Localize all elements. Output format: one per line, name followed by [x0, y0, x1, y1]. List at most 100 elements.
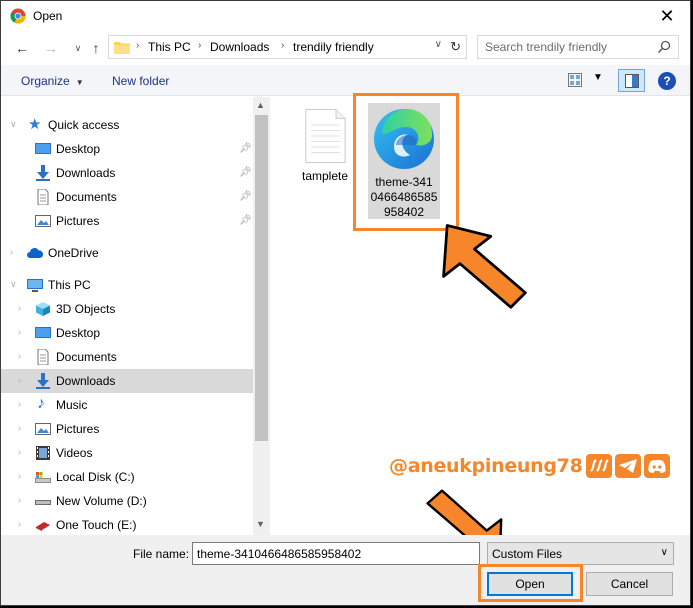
nav-local-disk[interactable]: › Local Disk (C:): [1, 465, 253, 489]
chevron-right-icon[interactable]: ›: [18, 303, 21, 313]
nav-one-touch[interactable]: › One Touch (E:): [1, 513, 253, 535]
pictures-icon: [35, 213, 51, 229]
back-button[interactable]: ←: [13, 40, 31, 56]
nav-this-pc[interactable]: ∨ This PC: [1, 273, 253, 297]
desktop-icon: [35, 325, 51, 341]
view-dropdown-icon[interactable]: ▼: [593, 72, 603, 83]
preview-pane-button[interactable]: [618, 69, 645, 92]
navigation-scrollbar[interactable]: ▲ ▼: [253, 97, 270, 535]
chevron-right-icon[interactable]: ›: [18, 495, 21, 505]
chevron-right-icon[interactable]: ›: [10, 247, 13, 257]
nav-qa-downloads[interactable]: Downloads 📌︎: [1, 161, 253, 185]
nav-label: This PC: [48, 278, 91, 292]
nav-label: Downloads: [56, 166, 116, 180]
nav-downloads[interactable]: › Downloads: [1, 369, 253, 393]
cancel-button[interactable]: Cancel: [586, 572, 673, 596]
nav-qa-documents[interactable]: Documents 📌︎: [1, 185, 253, 209]
download-arrow-icon: [35, 165, 51, 181]
nav-label: Documents: [56, 350, 117, 364]
address-dropdown-icon[interactable]: ∨: [435, 39, 442, 50]
scroll-down-icon[interactable]: ▼: [256, 519, 265, 529]
chevron-down-icon[interactable]: ∨: [10, 119, 17, 130]
new-folder-button[interactable]: New folder: [112, 74, 169, 88]
open-file-dialog: Open ✕ ← → ∨ ↑ › This PC › Downloads › t…: [0, 0, 691, 606]
chevron-right-icon[interactable]: ›: [18, 423, 21, 433]
scroll-up-icon[interactable]: ▲: [256, 100, 265, 110]
change-view-icon[interactable]: [568, 73, 582, 87]
nav-label: Desktop: [56, 142, 101, 156]
document-icon: [35, 348, 51, 366]
file-type-select[interactable]: Custom Files ∨: [487, 542, 674, 565]
nav-3d-objects[interactable]: › 3D Objects: [1, 297, 253, 321]
scrollbar-thumb[interactable]: [255, 115, 268, 441]
file-name-label: File name:: [133, 547, 190, 561]
recent-locations-chevron-icon[interactable]: ∨: [69, 40, 87, 56]
file-type-value: Custom Files: [492, 547, 563, 561]
nav-videos[interactable]: › Videos: [1, 441, 253, 465]
nav-desktop[interactable]: › Desktop: [1, 321, 253, 345]
search-box[interactable]: [477, 35, 679, 59]
help-icon[interactable]: ?: [658, 72, 676, 90]
chevron-right-icon[interactable]: ›: [18, 327, 21, 337]
search-input[interactable]: [485, 37, 655, 57]
close-icon: ✕: [659, 5, 675, 26]
navigation-pane: ∨ ★ Quick access Desktop 📌︎ Downloads 📌︎…: [1, 97, 269, 535]
document-icon: [35, 188, 51, 206]
drive-icon: [35, 493, 51, 509]
breadcrumb-downloads[interactable]: Downloads: [210, 40, 269, 54]
forward-button[interactable]: →: [42, 40, 60, 56]
bottom-panel: File name: Custom Files ∨ Open Cancel: [1, 535, 690, 605]
dialog-title: Open: [33, 9, 63, 23]
nav-qa-desktop[interactable]: Desktop 📌︎: [1, 137, 253, 161]
highlight-box: [478, 564, 583, 602]
nav-new-volume[interactable]: › New Volume (D:): [1, 489, 253, 513]
chevron-down-icon: ∨: [660, 547, 668, 558]
chevron-right-icon[interactable]: ›: [18, 447, 21, 457]
nav-label: Downloads: [56, 374, 116, 388]
nav-documents[interactable]: › Documents: [1, 345, 253, 369]
breadcrumb-separator-icon: ›: [136, 40, 140, 51]
pictures-icon: [35, 421, 51, 437]
breadcrumb-separator-icon: ›: [281, 40, 285, 51]
pin-icon[interactable]: 📌︎: [239, 143, 252, 154]
chevron-right-icon[interactable]: ›: [18, 375, 21, 385]
nav-qa-pictures[interactable]: Pictures 📌︎: [1, 209, 253, 233]
nav-quick-access[interactable]: ∨ ★ Quick access: [1, 113, 253, 137]
nav-label: Pictures: [56, 214, 100, 228]
breadcrumb-this-pc[interactable]: This PC: [148, 40, 191, 54]
breadcrumb-trendily-friendly[interactable]: trendily friendly: [293, 40, 374, 54]
breadcrumb-separator-icon: ›: [198, 40, 202, 51]
document-icon: [305, 108, 346, 164]
address-bar[interactable]: › This PC › Downloads › trendily friendl…: [108, 35, 467, 59]
external-drive-icon: [35, 517, 51, 533]
chevron-down-icon[interactable]: ∨: [10, 279, 17, 290]
chevron-right-icon[interactable]: ›: [18, 399, 21, 409]
title-bar: Open ✕: [1, 1, 690, 31]
organize-menu[interactable]: Organize ▼: [21, 74, 84, 88]
chevron-right-icon[interactable]: ›: [18, 519, 21, 529]
chevron-right-icon[interactable]: ›: [18, 351, 21, 361]
watermark: @aneukpineung78: [389, 452, 670, 480]
nav-label: Quick access: [48, 118, 120, 132]
steemit-icon: [585, 454, 612, 478]
chevron-right-icon[interactable]: ›: [18, 471, 21, 481]
close-button[interactable]: ✕: [644, 1, 690, 31]
pin-icon[interactable]: 📌︎: [239, 191, 252, 202]
drive-icon: [35, 469, 51, 485]
file-item-tamplete[interactable]: tamplete: [297, 107, 353, 193]
refresh-icon[interactable]: ↻: [450, 39, 461, 55]
desktop-icon: [35, 141, 51, 157]
pin-icon[interactable]: 📌︎: [239, 167, 252, 178]
nav-music[interactable]: › ♪ Music: [1, 393, 253, 417]
nav-label: New Volume (D:): [56, 494, 147, 508]
pin-icon[interactable]: 📌︎: [239, 215, 252, 226]
nav-label: Desktop: [56, 326, 101, 340]
star-icon: ★: [28, 116, 42, 133]
organize-label: Organize: [21, 74, 70, 88]
file-name-input[interactable]: [192, 542, 480, 565]
nav-pictures[interactable]: › Pictures: [1, 417, 253, 441]
nav-label: Music: [56, 398, 88, 412]
up-button[interactable]: ↑: [87, 40, 105, 56]
telegram-icon: [614, 454, 641, 478]
nav-onedrive[interactable]: › OneDrive: [1, 241, 253, 265]
